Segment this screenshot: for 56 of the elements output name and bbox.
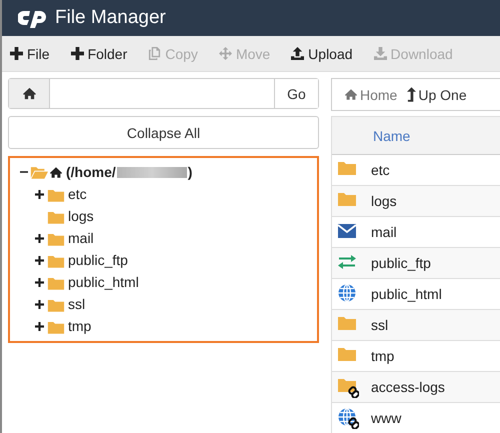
toolbar-button[interactable]: Folder [68,46,136,62]
download-icon [374,47,387,60]
open-folder-icon [30,164,48,180]
plus-icon [70,47,84,60]
file-name: ssl [371,317,388,333]
plus-icon[interactable] [35,256,44,264]
move-icon [218,47,232,60]
table-row[interactable]: www [332,403,500,433]
toolbar-button[interactable]: Upload [289,46,362,62]
file-name: public_html [371,286,442,302]
table-row[interactable]: logs [332,186,500,217]
table-row[interactable]: public_ftp [332,248,500,279]
path-field[interactable]: Go [8,78,319,109]
table-row[interactable]: access-logs [332,372,500,403]
tree-item[interactable]: logs [68,208,94,224]
home-icon [22,87,36,100]
tree-item[interactable]: mail [68,230,94,246]
tree-item[interactable]: public_ftp [68,252,128,268]
file-name: etc [371,162,390,178]
tree-item[interactable]: ssl [68,296,86,312]
home-icon [49,166,63,178]
linked-folder-icon [337,376,359,398]
logo-icon [18,8,48,28]
home-button[interactable] [9,79,50,108]
tree-item[interactable]: public_html [68,274,139,290]
root-path-text[interactable]: ) [188,164,192,180]
file-name: mail [371,224,397,240]
tree-item[interactable]: tmp [68,318,92,334]
toolbar-button[interactable]: File [8,46,59,62]
file-name: public_ftp [371,255,431,271]
plus-icon[interactable] [35,190,44,198]
upload-icon [291,47,304,60]
plus-icon [10,47,23,60]
file-name: tmp [371,348,394,364]
plus-icon[interactable] [35,278,44,286]
file-name: access-logs [371,379,445,395]
home-icon [344,88,358,101]
tree-item[interactable]: etc [68,186,87,202]
collapse-all-button[interactable]: Collapse All [8,116,319,149]
plus-icon[interactable] [35,322,44,330]
go-button[interactable]: Go [274,79,318,108]
plus-icon[interactable] [35,300,44,308]
root-path-text[interactable]: (/home/ [66,164,116,180]
column-header[interactable]: Name [373,128,410,144]
copy-icon [148,47,162,60]
window-title: File Manager [55,7,166,29]
linked-globe-icon [337,407,359,429]
minus-icon[interactable] [20,168,28,176]
up-arrow-icon [407,87,416,102]
file-name: logs [371,193,397,209]
redacted-text [116,166,187,178]
up-button[interactable]: Up One [407,86,467,102]
plus-icon[interactable] [35,234,44,242]
table-row[interactable]: ssl [332,310,500,341]
home-button[interactable]: Home [344,86,398,102]
file-name: www [371,410,402,426]
